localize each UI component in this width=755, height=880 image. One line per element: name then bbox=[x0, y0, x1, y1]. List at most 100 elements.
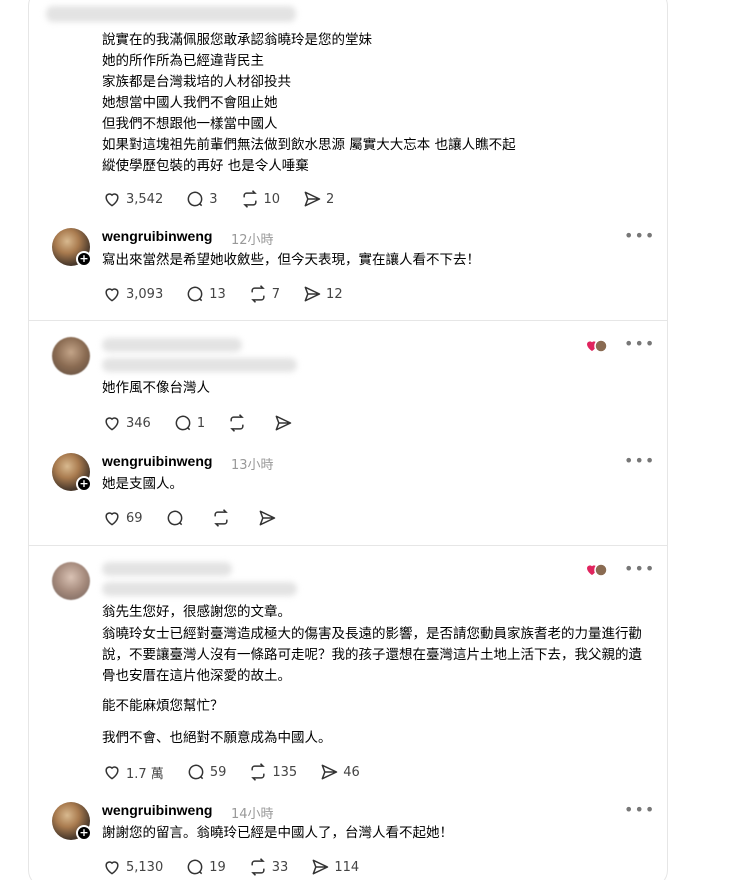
share-button[interactable]: 2 bbox=[302, 189, 334, 209]
repost-count: 33 bbox=[271, 859, 289, 875]
repost-icon bbox=[250, 285, 265, 303]
heart-icon bbox=[105, 193, 119, 207]
more-icon[interactable]: ••• bbox=[624, 800, 655, 819]
comment-icon bbox=[187, 191, 203, 207]
action-bar: 346 1 bbox=[102, 412, 319, 434]
repost-button[interactable] bbox=[211, 508, 235, 528]
comment-icon bbox=[187, 286, 203, 302]
comment-line: 她的所作所為已經違背民主 bbox=[102, 53, 264, 69]
action-bar: 3,542 3 10 2 bbox=[102, 188, 356, 210]
repost-icon bbox=[230, 414, 244, 432]
action-bar: 3,093 13 7 12 bbox=[102, 283, 365, 305]
share-icon bbox=[312, 859, 329, 875]
like-count: 3,093 bbox=[126, 286, 164, 302]
comment-paragraph: 翁曉玲女士已經對臺灣造成極大的傷害及長遠的影響，是否請您動員家族耆老的力量進行勸… bbox=[102, 626, 642, 684]
comment-line: 但我們不想跟他一樣當中國人 bbox=[102, 116, 278, 132]
comment-line: 說實在的我滿佩服您敢承認翁曉玲是您的堂妹 bbox=[102, 32, 372, 48]
heart-icon bbox=[105, 861, 119, 875]
reply-button[interactable]: 3 bbox=[185, 189, 218, 209]
share-button[interactable]: 12 bbox=[302, 284, 343, 304]
follow-plus-icon[interactable]: + bbox=[76, 476, 92, 492]
like-count: 5,130 bbox=[126, 859, 164, 875]
repost-button[interactable]: 135 bbox=[248, 762, 297, 782]
reply-count: 3 bbox=[209, 191, 218, 207]
avatar[interactable] bbox=[52, 337, 90, 375]
share-button[interactable] bbox=[257, 508, 281, 528]
share-button[interactable]: 114 bbox=[310, 857, 359, 877]
reaction-icon bbox=[587, 339, 608, 353]
repost-icon bbox=[250, 858, 265, 876]
like-button[interactable]: 69 bbox=[102, 508, 143, 528]
reply-button[interactable]: 1 bbox=[173, 413, 205, 433]
heart-icon bbox=[105, 288, 119, 302]
follow-plus-icon[interactable]: + bbox=[76, 825, 92, 841]
share-count: 114 bbox=[334, 859, 360, 875]
blurred-username bbox=[102, 562, 232, 576]
reply-button[interactable]: 19 bbox=[185, 857, 226, 877]
repost-button[interactable]: 10 bbox=[240, 189, 280, 209]
blurred-username bbox=[102, 582, 297, 596]
reply-count: 19 bbox=[209, 859, 226, 875]
like-button[interactable]: 1.7 萬 bbox=[102, 762, 164, 782]
divider bbox=[28, 545, 668, 546]
share-icon bbox=[304, 191, 321, 207]
heart-icon bbox=[105, 512, 119, 526]
comment-line: 如果對這塊祖先前輩們無法做到飲水思源 屬實大大忘本 也讓人瞧不起 bbox=[102, 137, 516, 153]
comment-line: 縱使學歷包裝的再好 也是令人唾棄 bbox=[102, 158, 309, 174]
repost-button[interactable] bbox=[227, 413, 251, 433]
repost-icon bbox=[242, 190, 257, 208]
username[interactable]: wengruibinweng bbox=[102, 802, 212, 818]
share-button[interactable]: 46 bbox=[319, 762, 360, 782]
reply-button[interactable] bbox=[165, 508, 189, 528]
like-button[interactable]: 5,130 bbox=[102, 857, 163, 877]
reply-button[interactable]: 59 bbox=[186, 762, 227, 782]
comment-line: 她想當中國人我們不會阻止她 bbox=[102, 95, 278, 111]
avatar[interactable] bbox=[52, 562, 90, 600]
like-count: 1.7 萬 bbox=[126, 766, 164, 782]
like-count: 346 bbox=[126, 415, 151, 431]
blurred-username bbox=[46, 6, 296, 22]
repost-count: 135 bbox=[272, 764, 298, 780]
like-button[interactable]: 3,093 bbox=[102, 284, 163, 304]
like-count: 69 bbox=[126, 510, 143, 526]
action-bar: 1.7 萬 59 135 46 bbox=[102, 761, 382, 783]
reply-count: 13 bbox=[209, 286, 226, 302]
repost-button[interactable]: 33 bbox=[248, 857, 289, 877]
action-bar: 69 bbox=[102, 507, 303, 529]
more-icon[interactable]: ••• bbox=[624, 559, 655, 578]
reply-count: 59 bbox=[209, 764, 227, 780]
share-count: 46 bbox=[343, 764, 360, 780]
like-count: 3,542 bbox=[126, 191, 164, 207]
username[interactable]: wengruibinweng bbox=[102, 453, 212, 469]
share-button[interactable] bbox=[273, 413, 297, 433]
repost-icon bbox=[251, 763, 266, 781]
timestamp: 12小時 bbox=[231, 233, 274, 248]
share-icon bbox=[259, 510, 275, 526]
comment-paragraph: 能不能麻煩您幫忙？ bbox=[102, 698, 224, 714]
more-icon[interactable]: ••• bbox=[624, 334, 655, 353]
reaction-icon bbox=[587, 563, 608, 577]
action-bar: 5,130 19 33 114 bbox=[102, 856, 381, 878]
repost-button[interactable]: 7 bbox=[248, 284, 280, 304]
reply-text: 寫出來當然是希望她收斂些，但今天表現，實在讓人看不下去！ bbox=[102, 252, 480, 268]
reply-count: 1 bbox=[196, 415, 206, 431]
heart-icon bbox=[105, 417, 119, 431]
follow-plus-icon[interactable]: + bbox=[76, 251, 92, 267]
like-button[interactable]: 3,542 bbox=[102, 189, 163, 209]
repost-icon bbox=[213, 509, 228, 527]
comment-paragraph: 我們不會、也絕對不願意成為中國人。 bbox=[102, 730, 332, 746]
reply-text: 謝謝您的留言。翁曉玲已經是中國人了，台灣人看不起她！ bbox=[102, 825, 453, 841]
share-count: 2 bbox=[326, 191, 335, 207]
username[interactable]: wengruibinweng bbox=[102, 228, 212, 244]
comment-icon bbox=[175, 415, 191, 431]
comment-icon bbox=[187, 859, 203, 875]
comment-paragraph: 翁先生您好，很感謝您的文章。 bbox=[102, 604, 291, 620]
timestamp: 14小時 bbox=[231, 807, 274, 822]
comment-text: 她作風不像台灣人 bbox=[102, 380, 210, 396]
like-button[interactable]: 346 bbox=[102, 413, 151, 433]
more-icon[interactable]: ••• bbox=[624, 451, 655, 470]
comment-line: 家族都是台灣栽培的人材卻投共 bbox=[102, 74, 291, 90]
divider bbox=[28, 320, 668, 321]
more-icon[interactable]: ••• bbox=[624, 226, 655, 245]
reply-button[interactable]: 13 bbox=[185, 284, 226, 304]
